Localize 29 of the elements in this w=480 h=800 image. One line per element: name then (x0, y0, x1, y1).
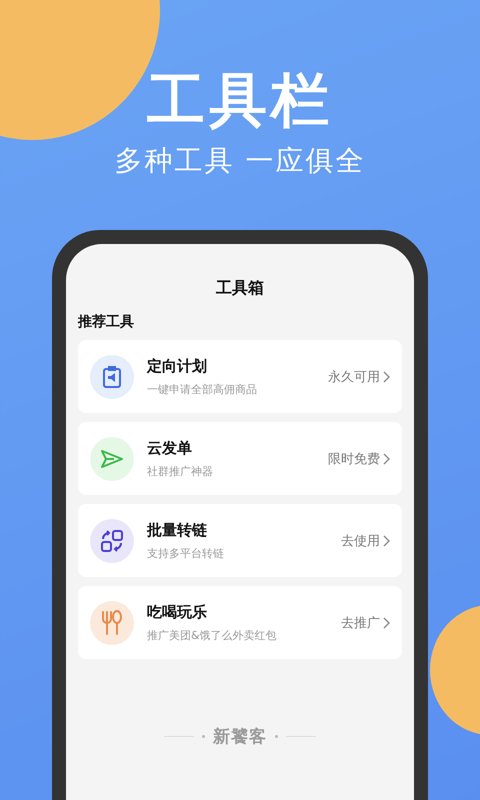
tool-action-link[interactable]: 去使用 (341, 532, 390, 550)
tool-description: 一键申请全部高佣商品 (147, 382, 258, 396)
tool-name: 云发单 (147, 438, 193, 458)
tool-card[interactable]: 定向计划 一键申请全部高佣商品 永久可用 (78, 340, 402, 413)
tool-description: 推广美团&饿了么外卖红包 (147, 628, 278, 642)
send-icon (100, 448, 124, 468)
convert-icon (101, 530, 123, 552)
utensils-icon (101, 610, 123, 636)
tool-name: 定向计划 (147, 356, 208, 376)
tool-card[interactable]: 批量转链 支持多平台转链 去使用 (78, 504, 402, 577)
page-title: 工具箱 (216, 278, 264, 299)
chevron-icon (383, 534, 390, 546)
clipboard-icon (103, 366, 121, 388)
section-heading: 推荐工具 (78, 313, 135, 331)
footer-logo: 新饕客 (213, 726, 267, 748)
tool-action-link[interactable]: 永久可用 (328, 368, 390, 386)
tool-card[interactable]: 云发单 社群推广神器 限时免费 (78, 422, 402, 495)
chevron-icon (383, 616, 390, 628)
chevron-icon (383, 452, 390, 464)
tool-action-link[interactable]: 限时免费 (328, 450, 390, 468)
chevron-icon (383, 370, 390, 382)
tool-action-link[interactable]: 去推广 (341, 614, 390, 632)
banner-title: 工具栏 (147, 68, 333, 132)
tool-description: 社群推广神器 (147, 464, 214, 478)
tool-description: 支持多平台转链 (147, 546, 225, 560)
tool-name: 批量转链 (147, 520, 208, 540)
banner-subtitle: 多种工具 一应俱全 (114, 143, 366, 179)
tool-card[interactable]: 吃喝玩乐 推广美团&饿了么外卖红包 去推广 (78, 586, 402, 659)
tool-name: 吃喝玩乐 (147, 602, 208, 622)
